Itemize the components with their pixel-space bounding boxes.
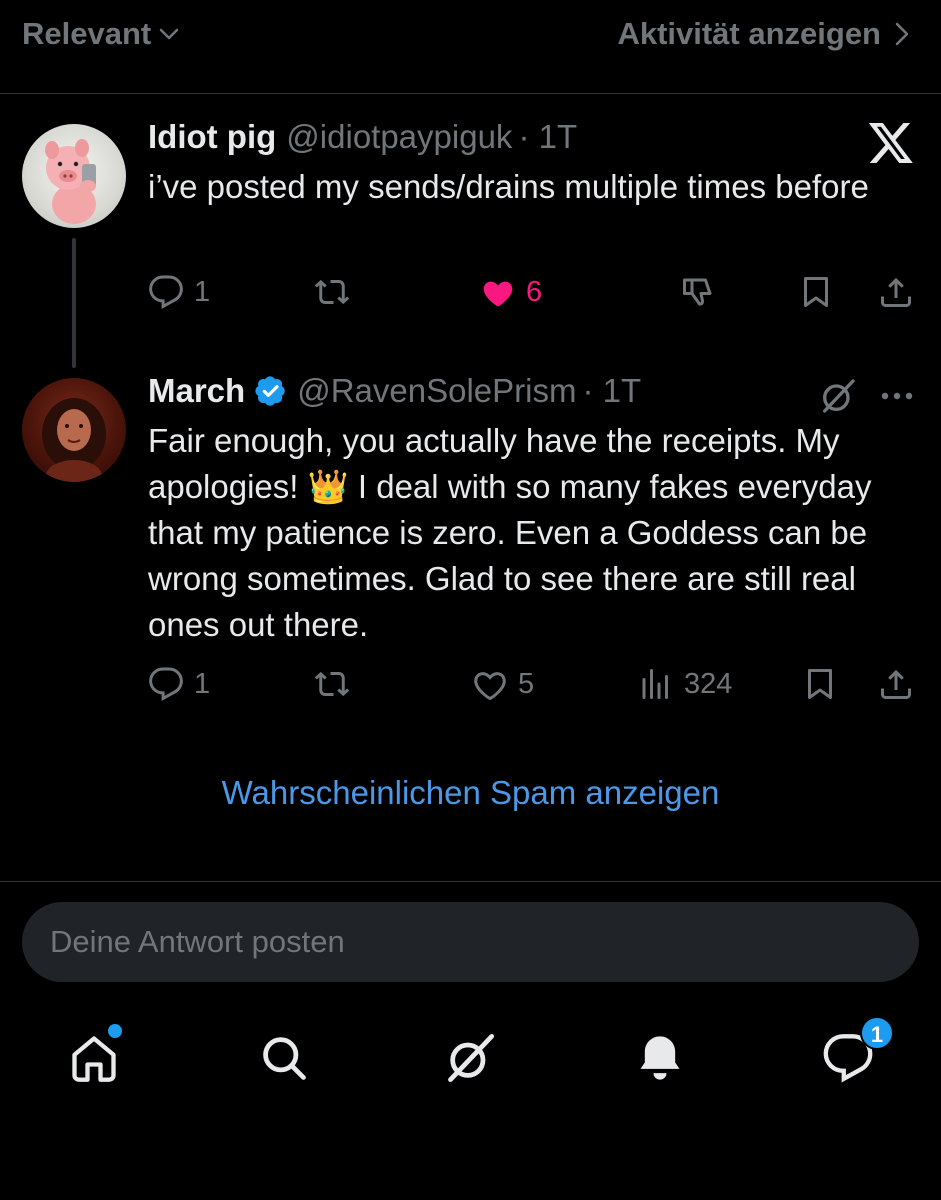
tab-grok[interactable] — [440, 1020, 500, 1090]
grok-icon — [448, 1033, 495, 1083]
tweet2-text: Fair enough, you actually have the recei… — [148, 418, 918, 648]
avatar-idiot-pig[interactable] — [22, 124, 126, 228]
pig-avatar-image — [45, 139, 96, 224]
like-button[interactable]: 5 — [472, 666, 534, 702]
heart-filled-icon — [483, 281, 513, 307]
like-count: 5 — [518, 667, 535, 700]
woman-avatar-image — [42, 398, 106, 482]
tweet2-header: March @RavenSolePrism · 1T — [148, 372, 641, 410]
tweet1-text: i’ve posted my sends/drains multiple tim… — [148, 168, 869, 205]
bookmark-button[interactable] — [802, 666, 838, 702]
more-options-icon[interactable] — [878, 382, 916, 410]
reply-button[interactable]: 1 — [148, 666, 210, 702]
crown-emoji: 👑 — [307, 468, 349, 505]
reply-icon — [149, 667, 183, 701]
author-name[interactable]: Idiot pig — [148, 118, 276, 156]
avatar-march[interactable] — [22, 378, 126, 482]
repost-icon — [314, 671, 350, 697]
tab-home[interactable] — [64, 1020, 124, 1090]
reply-composer[interactable] — [22, 902, 919, 982]
share-icon — [881, 277, 911, 307]
search-icon — [263, 1037, 306, 1080]
reply-count: 1 — [194, 667, 211, 700]
tab-search[interactable] — [254, 1020, 314, 1090]
downvote-button[interactable] — [680, 274, 716, 310]
chevron-down-icon — [159, 28, 179, 40]
sort-label: Relevant — [22, 16, 152, 51]
messages-badge: 1 — [860, 1016, 894, 1050]
repost-button[interactable] — [314, 666, 350, 702]
tweet2-actions: 1 5 324 — [148, 666, 918, 716]
views-chart-icon — [642, 669, 668, 699]
view-count: 324 — [684, 667, 733, 700]
share-button[interactable] — [878, 666, 914, 702]
x-logo-icon[interactable] — [867, 118, 915, 166]
sort-dropdown[interactable]: Relevant — [22, 16, 181, 52]
bookmark-icon — [804, 277, 828, 307]
home-icon — [72, 1036, 116, 1082]
verified-badge-icon — [255, 376, 285, 406]
author-name[interactable]: March — [148, 372, 245, 410]
show-activity-link[interactable]: Aktivität anzeigen — [617, 16, 913, 52]
author-handle[interactable]: @RavenSolePrism — [297, 372, 576, 410]
thread-connector-line — [72, 238, 76, 368]
thumbs-down-icon — [683, 278, 712, 306]
tab-notifications[interactable] — [630, 1020, 690, 1090]
top-bar: Relevant Aktivität anzeigen — [0, 0, 941, 94]
grok-icon[interactable] — [818, 376, 858, 416]
reply-button[interactable]: 1 — [148, 274, 210, 310]
reply-icon — [149, 275, 183, 309]
bookmark-icon — [808, 669, 832, 699]
like-count: 6 — [526, 275, 543, 308]
divider — [0, 881, 941, 882]
repost-button[interactable] — [314, 274, 350, 310]
bottom-tab-bar: 1 — [0, 1016, 941, 1100]
views-button[interactable]: 324 — [638, 666, 732, 702]
repost-icon — [314, 279, 350, 305]
share-button[interactable] — [878, 274, 914, 310]
bell-icon — [640, 1036, 680, 1080]
reply-count: 1 — [194, 275, 211, 308]
bookmark-button[interactable] — [798, 274, 834, 310]
share-icon — [881, 669, 911, 699]
post-time: · 1T — [582, 372, 642, 409]
tweet1-actions: 1 6 — [148, 274, 918, 324]
author-handle[interactable]: @idiotpaypiguk — [286, 118, 512, 156]
home-notification-dot — [108, 1024, 122, 1038]
activity-label: Aktivität anzeigen — [617, 16, 881, 51]
chevron-right-icon — [895, 22, 909, 46]
tab-messages[interactable]: 1 — [818, 1016, 894, 1090]
heart-outline-icon — [474, 672, 506, 700]
tweet1-header: Idiot pig @idiotpaypiguk · 1T — [148, 118, 577, 156]
like-button[interactable]: 6 — [480, 274, 542, 310]
show-spam-link[interactable]: Wahrscheinlichen Spam anzeigen — [0, 774, 941, 812]
post-time: · 1T — [518, 118, 578, 155]
reply-input[interactable] — [50, 924, 919, 960]
